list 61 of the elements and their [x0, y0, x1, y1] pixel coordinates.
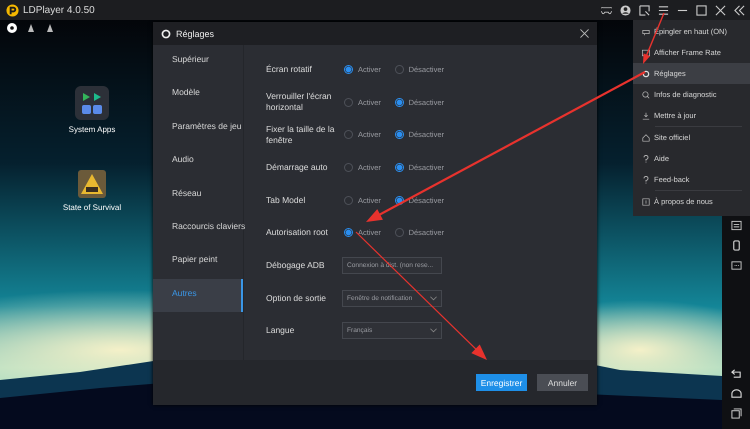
user-icon[interactable] [620, 4, 631, 16]
radio-button[interactable] [395, 130, 404, 140]
setting-label: Écran rotatif [266, 64, 313, 75]
back-icon[interactable] [730, 368, 742, 379]
setting-label: Tab Model [266, 194, 306, 206]
caret-icon [430, 328, 437, 334]
setting-label: Verrouiller l'écran horizontal [266, 90, 332, 114]
radio-button[interactable] [344, 64, 353, 74]
nav-tab[interactable]: Raccourcis claviers [153, 212, 243, 246]
setting-label: Débogage ADB [266, 260, 326, 271]
window-title: LDPlayer 4.0.50 [23, 4, 95, 16]
nav-tab[interactable]: Papier peint [153, 245, 243, 279]
frame-rate-icon [642, 48, 650, 56]
radio-button[interactable] [344, 196, 353, 205]
nav-tab[interactable]: Audio [153, 145, 243, 179]
app-logo-icon [6, 4, 19, 16]
download-icon [642, 112, 650, 120]
nav-tab[interactable]: Modèle [153, 78, 243, 112]
pin-icon [642, 28, 650, 36]
setting-label: Option de sortie [266, 292, 328, 304]
radio-button[interactable] [344, 130, 353, 140]
info-icon [642, 198, 650, 206]
setting-label: Démarrage auto [266, 162, 328, 173]
close-icon[interactable] [715, 4, 726, 16]
nav-tab[interactable]: Paramètres de jeu [153, 112, 243, 146]
swap-icon[interactable] [730, 220, 742, 231]
cancel-button[interactable]: Annuler [537, 374, 588, 391]
radio-button[interactable] [395, 64, 404, 74]
setting-label: Autorisation root [266, 227, 329, 238]
app-folder-icon[interactable] [75, 86, 109, 120]
nav-tab[interactable]: Supérieur [153, 45, 243, 78]
home-icon [642, 134, 650, 142]
game-icon[interactable] [78, 170, 106, 198]
setting-label: Langue [266, 325, 296, 336]
record-icon[interactable] [7, 23, 17, 33]
dialog-title: Réglages [176, 28, 214, 38]
setting-label: Fixer la taille de la fenêtre [266, 124, 336, 146]
help-icon [642, 154, 650, 162]
recent-apps-icon[interactable] [730, 408, 742, 419]
radio-button[interactable] [344, 228, 353, 238]
settings-icon [161, 28, 171, 38]
screenshot-icon[interactable] [639, 4, 650, 16]
maximize-icon[interactable] [696, 4, 707, 16]
radio-button[interactable] [395, 98, 404, 107]
app-label: State of Survival [62, 203, 122, 212]
radio-button[interactable] [395, 228, 404, 238]
more-icon[interactable] [730, 260, 742, 271]
menu-icon[interactable] [658, 4, 669, 16]
caret-icon [430, 296, 437, 301]
search-icon [642, 90, 650, 98]
nav-tab[interactable]: Réseau [153, 178, 243, 212]
home-icon[interactable] [730, 388, 742, 399]
close-icon[interactable] [580, 29, 589, 38]
collapse-icon[interactable] [734, 4, 745, 16]
radio-button[interactable] [344, 162, 353, 172]
radio-button[interactable] [395, 162, 404, 172]
radio-button[interactable] [344, 98, 353, 107]
settings-icon [642, 70, 650, 78]
app-label: System Apps [68, 125, 116, 134]
rotate-icon[interactable] [730, 240, 742, 251]
help-icon [642, 176, 650, 184]
